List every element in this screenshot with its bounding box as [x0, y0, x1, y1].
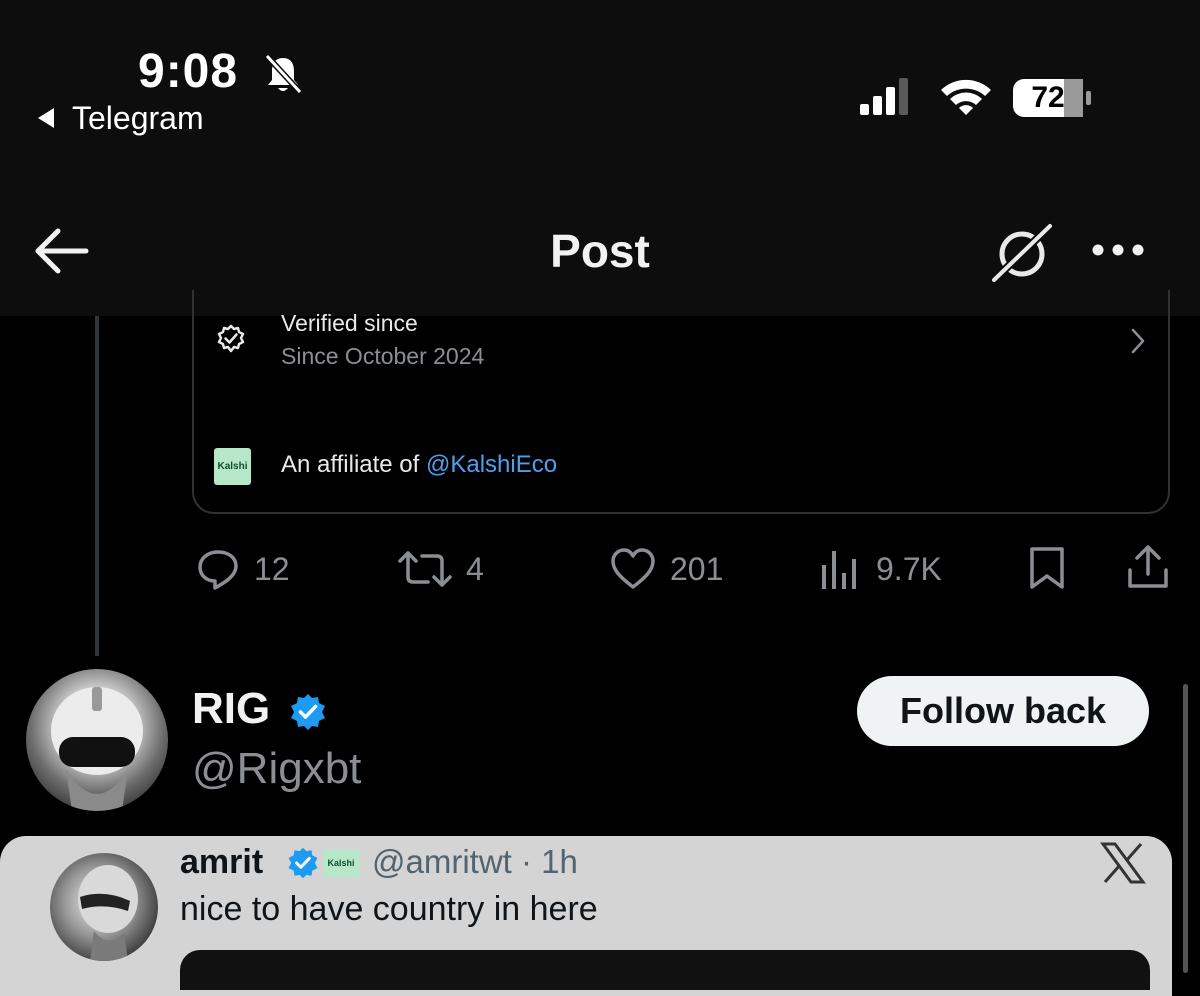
affiliate-text: An affiliate of @KalshiEco	[281, 451, 557, 479]
embedded-display-name: amrit	[180, 843, 264, 881]
verified-since-label: Verified since	[281, 310, 418, 336]
reply-icon	[198, 550, 238, 590]
embedded-kalshi-logo: Kalshi	[323, 849, 359, 877]
repost-icon	[398, 551, 452, 587]
user-handle[interactable]: @Rigxbt	[192, 744, 361, 794]
verified-since-date: Since October 2024	[281, 343, 485, 369]
bookmark-icon[interactable]	[1028, 546, 1066, 590]
battery-percent: 72	[1031, 81, 1065, 114]
affiliate-prefix: An affiliate of	[281, 451, 426, 478]
wifi-icon	[941, 79, 991, 115]
back-triangle-icon	[38, 107, 54, 128]
helmet-avatar-graphic	[51, 687, 143, 811]
user-avatar[interactable]	[26, 669, 168, 811]
grok-icon[interactable]	[988, 222, 1056, 284]
embedded-post-media	[180, 950, 1150, 990]
view-count: 9.7K	[876, 550, 942, 587]
verified-badge-icon	[291, 694, 325, 730]
verified-check-icon	[217, 324, 245, 353]
views-button[interactable]: 9.7K	[820, 546, 942, 592]
share-icon[interactable]	[1126, 544, 1170, 590]
reply-button[interactable]: 12	[196, 546, 290, 592]
like-button[interactable]: 201	[610, 546, 723, 592]
repost-count: 4	[466, 550, 484, 587]
embedded-verified-badge-icon	[288, 847, 318, 879]
follow-back-button[interactable]: Follow back	[857, 676, 1149, 746]
analytics-icon	[822, 551, 856, 589]
affiliate-link[interactable]: @KalshiEco	[426, 451, 557, 478]
repost-button[interactable]: 4	[398, 546, 484, 592]
bell-muted-icon	[264, 53, 303, 95]
cellular-signal-icon	[860, 78, 908, 115]
reply-count: 12	[254, 550, 290, 587]
back-to-app-link[interactable]: Telegram	[38, 100, 204, 137]
embedded-avatar	[50, 853, 158, 961]
chevron-right-icon[interactable]	[1128, 326, 1148, 356]
back-app-label: Telegram	[72, 100, 204, 136]
kalshi-logo: Kalshi	[214, 448, 251, 485]
status-time: 9:08	[138, 45, 239, 98]
more-options-icon[interactable]	[1090, 240, 1146, 260]
heart-icon	[611, 548, 655, 589]
embedded-post-text: nice to have country in here	[180, 890, 598, 928]
embedded-handle-time: @amritwt · 1h	[372, 843, 578, 880]
chrome-helmet-graphic	[78, 865, 138, 961]
thread-connector-line	[95, 316, 99, 656]
user-display-name[interactable]: RIG	[192, 684, 270, 734]
like-count: 201	[670, 550, 724, 587]
scrollbar[interactable]	[1183, 684, 1188, 973]
x-logo-icon	[1100, 842, 1146, 884]
